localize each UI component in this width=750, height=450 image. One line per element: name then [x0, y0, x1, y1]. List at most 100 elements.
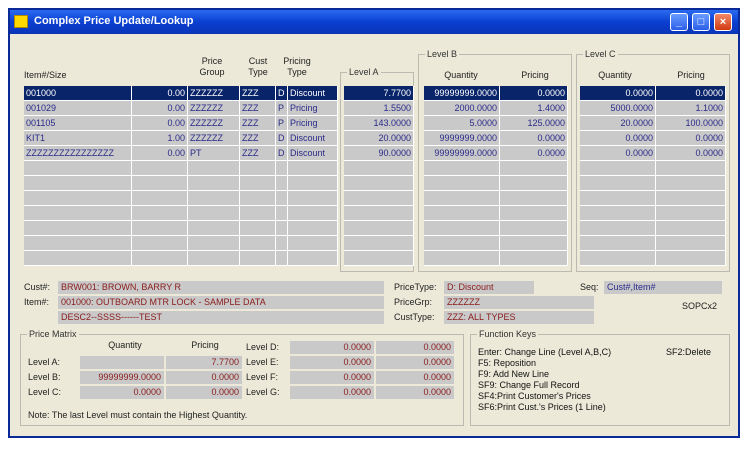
grid-cell-item[interactable] [24, 206, 132, 221]
grid-cell-size[interactable]: 0.00 [132, 116, 188, 131]
grid-cell-ptype[interactable]: Discount [288, 146, 338, 161]
grid-cell-la[interactable] [344, 191, 414, 206]
grid-cell-size[interactable] [132, 206, 188, 221]
delete-key-hint[interactable]: SF2:Delete [666, 347, 711, 358]
grid-cell-pgroup[interactable] [188, 161, 240, 176]
grid-cell-bp[interactable] [500, 236, 568, 251]
grid-cell-size[interactable] [132, 221, 188, 236]
grid-cell-bq[interactable]: 99999999.0000 [424, 86, 500, 101]
matrix-quantity-field[interactable]: 0.0000 [290, 356, 374, 369]
grid-cell-code[interactable] [276, 191, 288, 206]
grid-cell-pgroup[interactable] [188, 206, 240, 221]
grid-cell-bp[interactable] [500, 191, 568, 206]
matrix-quantity-field[interactable]: 0.0000 [290, 386, 374, 399]
grid-cell-item[interactable]: KIT1 [24, 131, 132, 146]
custtype-field[interactable]: ZZZ: ALL TYPES [444, 311, 594, 324]
grid-cell-ptype[interactable]: Discount [288, 86, 338, 101]
maximize-button[interactable]: □ [692, 13, 710, 31]
matrix-pricing-field[interactable]: 0.0000 [376, 341, 454, 354]
grid-cell-ctype[interactable] [240, 221, 276, 236]
grid-cell-ctype[interactable] [240, 191, 276, 206]
grid-cell-size[interactable] [132, 176, 188, 191]
grid-cell-bq[interactable]: 2000.0000 [424, 101, 500, 116]
grid-cell-code[interactable]: D [276, 86, 288, 101]
grid-cell-ctype[interactable] [240, 251, 276, 266]
grid-cell-ctype[interactable] [240, 236, 276, 251]
matrix-quantity-field[interactable] [80, 356, 164, 369]
grid-cell-ctype[interactable]: ZZZ [240, 101, 276, 116]
grid-cell-ptype[interactable] [288, 221, 338, 236]
grid-cell-cq[interactable]: 20.0000 [580, 116, 656, 131]
grid-cell-bq[interactable] [424, 251, 500, 266]
grid-cell-pgroup[interactable] [188, 236, 240, 251]
grid-cell-code[interactable] [276, 221, 288, 236]
matrix-pricing-field[interactable]: 0.0000 [166, 386, 242, 399]
grid-cell-ctype[interactable] [240, 161, 276, 176]
grid-cell-code[interactable]: D [276, 131, 288, 146]
grid-cell-ptype[interactable]: Discount [288, 131, 338, 146]
grid-cell-bq[interactable] [424, 206, 500, 221]
grid-cell-la[interactable]: 1.5500 [344, 101, 414, 116]
grid-cell-pgroup[interactable]: ZZZZZZ [188, 101, 240, 116]
grid-cell-code[interactable] [276, 251, 288, 266]
function-key-item[interactable]: SF9: Change Full Record [478, 380, 580, 391]
grid-cell-bq[interactable] [424, 221, 500, 236]
grid-cell-ptype[interactable]: Pricing [288, 101, 338, 116]
grid-cell-cp[interactable] [656, 206, 726, 221]
grid-cell-bq[interactable] [424, 161, 500, 176]
grid-cell-la[interactable] [344, 206, 414, 221]
grid-cell-ptype[interactable] [288, 251, 338, 266]
grid-cell-pgroup[interactable] [188, 191, 240, 206]
grid-cell-bp[interactable]: 1.4000 [500, 101, 568, 116]
grid-cell-code[interactable] [276, 161, 288, 176]
grid-cell-cp[interactable]: 0.0000 [656, 146, 726, 161]
grid-cell-cp[interactable] [656, 176, 726, 191]
grid-cell-la[interactable]: 143.0000 [344, 116, 414, 131]
grid-cell-cq[interactable] [580, 191, 656, 206]
grid-cell-cp[interactable]: 0.0000 [656, 131, 726, 146]
grid-cell-item[interactable]: 001000 [24, 86, 132, 101]
grid-cell-cp[interactable] [656, 161, 726, 176]
function-key-item[interactable]: SF6:Print Cust.'s Prices (1 Line) [478, 402, 606, 413]
grid-cell-la[interactable] [344, 176, 414, 191]
grid-cell-pgroup[interactable] [188, 251, 240, 266]
title-bar[interactable]: Complex Price Update/Lookup _ □ × [10, 10, 738, 34]
grid-cell-pgroup[interactable]: PT [188, 146, 240, 161]
pricetype-field[interactable]: D: Discount [444, 281, 534, 294]
grid-cell-ctype[interactable] [240, 206, 276, 221]
grid-cell-cq[interactable]: 0.0000 [580, 146, 656, 161]
matrix-quantity-field[interactable]: 0.0000 [290, 371, 374, 384]
grid-cell-la[interactable]: 20.0000 [344, 131, 414, 146]
matrix-pricing-field[interactable]: 0.0000 [376, 371, 454, 384]
grid-cell-ctype[interactable]: ZZZ [240, 116, 276, 131]
matrix-quantity-field[interactable]: 0.0000 [80, 386, 164, 399]
grid-cell-cq[interactable] [580, 221, 656, 236]
grid-cell-code[interactable] [276, 176, 288, 191]
grid-cell-size[interactable] [132, 161, 188, 176]
grid-cell-item[interactable]: 001105 [24, 116, 132, 131]
function-key-item[interactable]: SF4:Print Customer's Prices [478, 391, 591, 402]
grid-cell-cq[interactable] [580, 176, 656, 191]
grid-cell-cq[interactable]: 0.0000 [580, 131, 656, 146]
grid-cell-cp[interactable]: 100.0000 [656, 116, 726, 131]
grid-cell-code[interactable]: D [276, 146, 288, 161]
grid-cell-size[interactable]: 0.00 [132, 146, 188, 161]
grid-cell-cq[interactable] [580, 206, 656, 221]
grid-cell-ctype[interactable] [240, 176, 276, 191]
grid-cell-code[interactable] [276, 206, 288, 221]
grid-cell-pgroup[interactable]: ZZZZZZ [188, 116, 240, 131]
grid-cell-bp[interactable]: 0.0000 [500, 146, 568, 161]
grid-cell-bp[interactable]: 0.0000 [500, 86, 568, 101]
grid-cell-size[interactable] [132, 251, 188, 266]
grid-cell-code[interactable]: P [276, 101, 288, 116]
grid-cell-bq[interactable]: 5.0000 [424, 116, 500, 131]
grid-cell-item[interactable] [24, 236, 132, 251]
grid-cell-ptype[interactable]: Pricing [288, 116, 338, 131]
close-button[interactable]: × [714, 13, 732, 31]
grid-cell-bp[interactable] [500, 221, 568, 236]
grid-cell-pgroup[interactable]: ZZZZZZ [188, 131, 240, 146]
grid-cell-bp[interactable]: 125.0000 [500, 116, 568, 131]
desc-field[interactable]: DESC2--SSSS------TEST [58, 311, 384, 324]
grid-cell-cp[interactable]: 0.0000 [656, 86, 726, 101]
grid-cell-bq[interactable] [424, 191, 500, 206]
